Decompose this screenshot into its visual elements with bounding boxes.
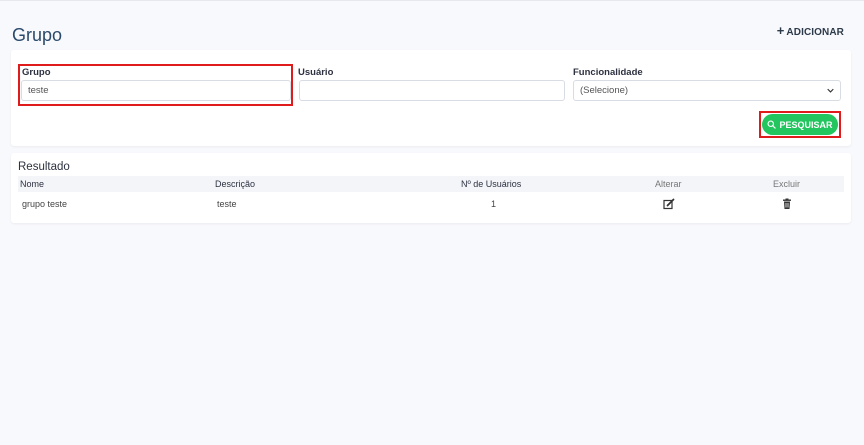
funcionalidade-select[interactable]: (Selecione): [573, 80, 841, 101]
add-button-label: ADICIONAR: [786, 27, 844, 38]
funcionalidade-label: Funcionalidade: [573, 67, 643, 78]
col-nome: Nome: [20, 179, 45, 189]
plus-icon: +: [776, 23, 785, 38]
grupo-highlight: [18, 64, 293, 106]
results-panel: Resultado Nome Descrição Nº de Usuários …: [11, 153, 851, 223]
col-usuarios: Nº de Usuários: [461, 179, 522, 189]
row-usuarios: 1: [491, 199, 497, 209]
top-divider: [0, 0, 864, 1]
trash-icon[interactable]: [781, 198, 793, 210]
col-excluir: Excluir: [773, 179, 801, 189]
usuario-label: Usuário: [298, 67, 334, 78]
table-header: Nome Descrição Nº de Usuários Alterar Ex…: [18, 176, 844, 192]
search-button-label: PESQUISAR: [779, 119, 833, 130]
search-icon: [767, 120, 777, 129]
page-title: Grupo: [12, 25, 63, 45]
funcionalidade-selected: (Selecione): [580, 85, 629, 96]
row-nome: grupo teste: [22, 199, 68, 209]
chevron-down-icon: [827, 88, 834, 93]
search-button[interactable]: PESQUISAR: [762, 114, 838, 135]
col-descricao: Descrição: [215, 179, 256, 189]
row-descricao: teste: [217, 199, 237, 209]
usuario-input[interactable]: [299, 80, 565, 101]
edit-icon[interactable]: [663, 198, 675, 210]
filter-panel: Grupo Usuário Funcionalidade (Selecione): [11, 50, 851, 146]
results-title: Resultado: [18, 161, 70, 173]
add-button[interactable]: + ADICIONAR: [777, 23, 844, 38]
col-alterar: Alterar: [655, 179, 682, 189]
